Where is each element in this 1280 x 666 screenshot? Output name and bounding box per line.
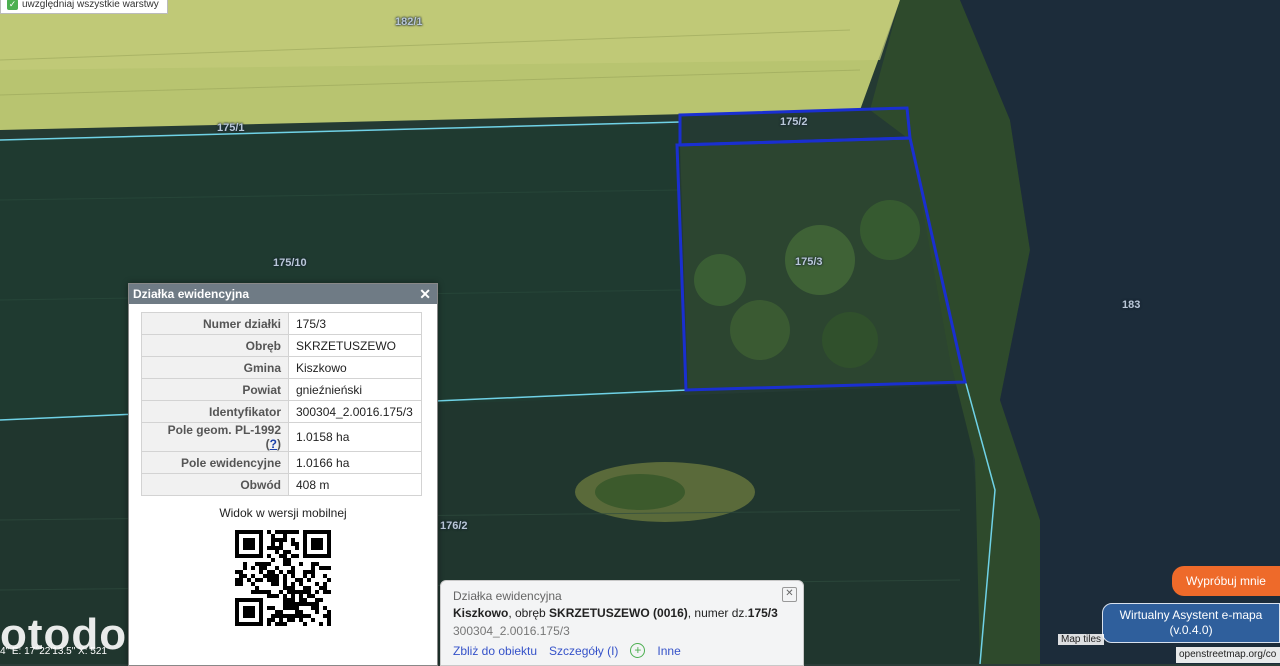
table-row: Pole geom. PL-1992 (?) 1.0158 ha bbox=[141, 422, 422, 452]
attr-key: Identyfikator bbox=[141, 400, 289, 423]
attr-key: Pole ewidencyjne bbox=[141, 451, 289, 474]
popup-sep: , obręb bbox=[508, 606, 550, 620]
popup-number: 175/3 bbox=[747, 606, 778, 620]
attr-key: Powiat bbox=[141, 378, 289, 401]
attr-key: Pole geom. PL-1992 (?) bbox=[141, 422, 289, 452]
parcel-label-175-10: 175/10 bbox=[273, 257, 307, 269]
parcel-info-panel: Działka ewidencyjna ✕ Numer działki 175/3… bbox=[128, 283, 438, 666]
table-row: Obręb SKRZETUSZEWO bbox=[141, 334, 422, 357]
assistant-label: Wirtualny Asystent e-mapa bbox=[1119, 608, 1263, 622]
close-icon[interactable]: ✕ bbox=[782, 587, 797, 602]
panel-title: Działka ewidencyjna bbox=[133, 287, 250, 301]
parcel-summary-popup: ✕ Działka ewidencyjna Kiszkowo, obręb SK… bbox=[440, 580, 804, 666]
popup-gmina: Kiszkowo bbox=[453, 606, 509, 620]
table-row: Pole ewidencyjne 1.0166 ha bbox=[141, 451, 422, 474]
virtual-assistant-button[interactable]: Wirtualny Asystent e-mapa (v.0.4.0) bbox=[1102, 603, 1280, 643]
close-icon[interactable]: ✕ bbox=[419, 286, 431, 303]
parcel-attributes-table: Numer działki 175/3 Obręb SKRZETUSZEWO Gmi… bbox=[141, 312, 422, 496]
attr-key: Numer działki bbox=[141, 312, 289, 335]
layers-toggle[interactable]: ✓ uwzględniaj wszystkie warstwy bbox=[0, 0, 168, 14]
table-row: Obwód 408 m bbox=[141, 473, 422, 496]
map-tiles-attribution: Map tiles bbox=[1058, 634, 1105, 645]
osm-attribution-link[interactable]: openstreetmap.org/co bbox=[1176, 647, 1280, 663]
panel-header: Działka ewidencyjna ✕ bbox=[129, 284, 437, 304]
help-link[interactable]: ? bbox=[270, 437, 277, 451]
attr-key: Gmina bbox=[141, 356, 289, 379]
table-row: Gmina Kiszkowo bbox=[141, 356, 422, 379]
attr-value: 1.0166 ha bbox=[288, 451, 422, 474]
details-link[interactable]: Szczegóły (I) bbox=[549, 644, 618, 658]
parcel-label-182-1: 182/1 bbox=[395, 16, 423, 28]
attr-key: Obręb bbox=[141, 334, 289, 357]
attr-key: Obwód bbox=[141, 473, 289, 496]
try-me-button[interactable]: Wypróbuj mnie bbox=[1172, 566, 1280, 596]
parcel-label-176-2: 176/2 bbox=[440, 520, 468, 532]
parcel-label-183: 183 bbox=[1122, 299, 1141, 311]
attr-value: 408 m bbox=[288, 473, 422, 496]
qr-code[interactable] bbox=[235, 530, 331, 626]
watermark-logo: otodo bbox=[0, 610, 128, 659]
mobile-version-caption: Widok w wersji mobilnej bbox=[219, 506, 347, 520]
table-row: Powiat gnieźnieński bbox=[141, 378, 422, 401]
assistant-version: (v.0.4.0) bbox=[1169, 623, 1213, 637]
layers-toggle-label: uwzględniaj wszystkie warstwy bbox=[22, 0, 159, 10]
attr-value: SKRZETUSZEWO bbox=[288, 334, 422, 357]
parcel-label-175-1: 175/1 bbox=[217, 122, 245, 134]
popup-title: Działka ewidencyjna bbox=[453, 589, 562, 603]
plus-icon[interactable]: + bbox=[630, 643, 646, 658]
zoom-to-object-link[interactable]: Zbliż do obiektu bbox=[453, 644, 537, 658]
other-link[interactable]: Inne bbox=[657, 644, 680, 658]
parcel-label-175-2: 175/2 bbox=[780, 116, 808, 128]
attr-value: gnieźnieński bbox=[288, 378, 422, 401]
attr-key-end: ) bbox=[277, 437, 281, 451]
table-row: Identyfikator 300304_2.0016.175/3 bbox=[141, 400, 422, 423]
popup-sep: , numer dz. bbox=[687, 606, 748, 620]
popup-identifier: 300304_2.0016.175/3 bbox=[453, 624, 570, 638]
attr-value: 1.0158 ha bbox=[288, 422, 422, 452]
attr-value: 175/3 bbox=[288, 312, 422, 335]
popup-obreb: SKRZETUSZEWO (0016) bbox=[549, 606, 688, 620]
popup-parcel-line: Kiszkowo, obręb SKRZETUSZEWO (0016), num… bbox=[453, 606, 778, 620]
table-row: Numer działki 175/3 bbox=[141, 312, 422, 335]
parcel-label-175-3: 175/3 bbox=[795, 256, 823, 268]
popup-actions: Zbliż do obiektu Szczegóły (I) + Inne bbox=[453, 643, 681, 658]
checkbox-checked-icon[interactable]: ✓ bbox=[7, 0, 18, 10]
attr-key-text: Pole geom. PL-1992 ( bbox=[167, 423, 281, 451]
attr-value: Kiszkowo bbox=[288, 356, 422, 379]
attr-value: 300304_2.0016.175/3 bbox=[288, 400, 422, 423]
